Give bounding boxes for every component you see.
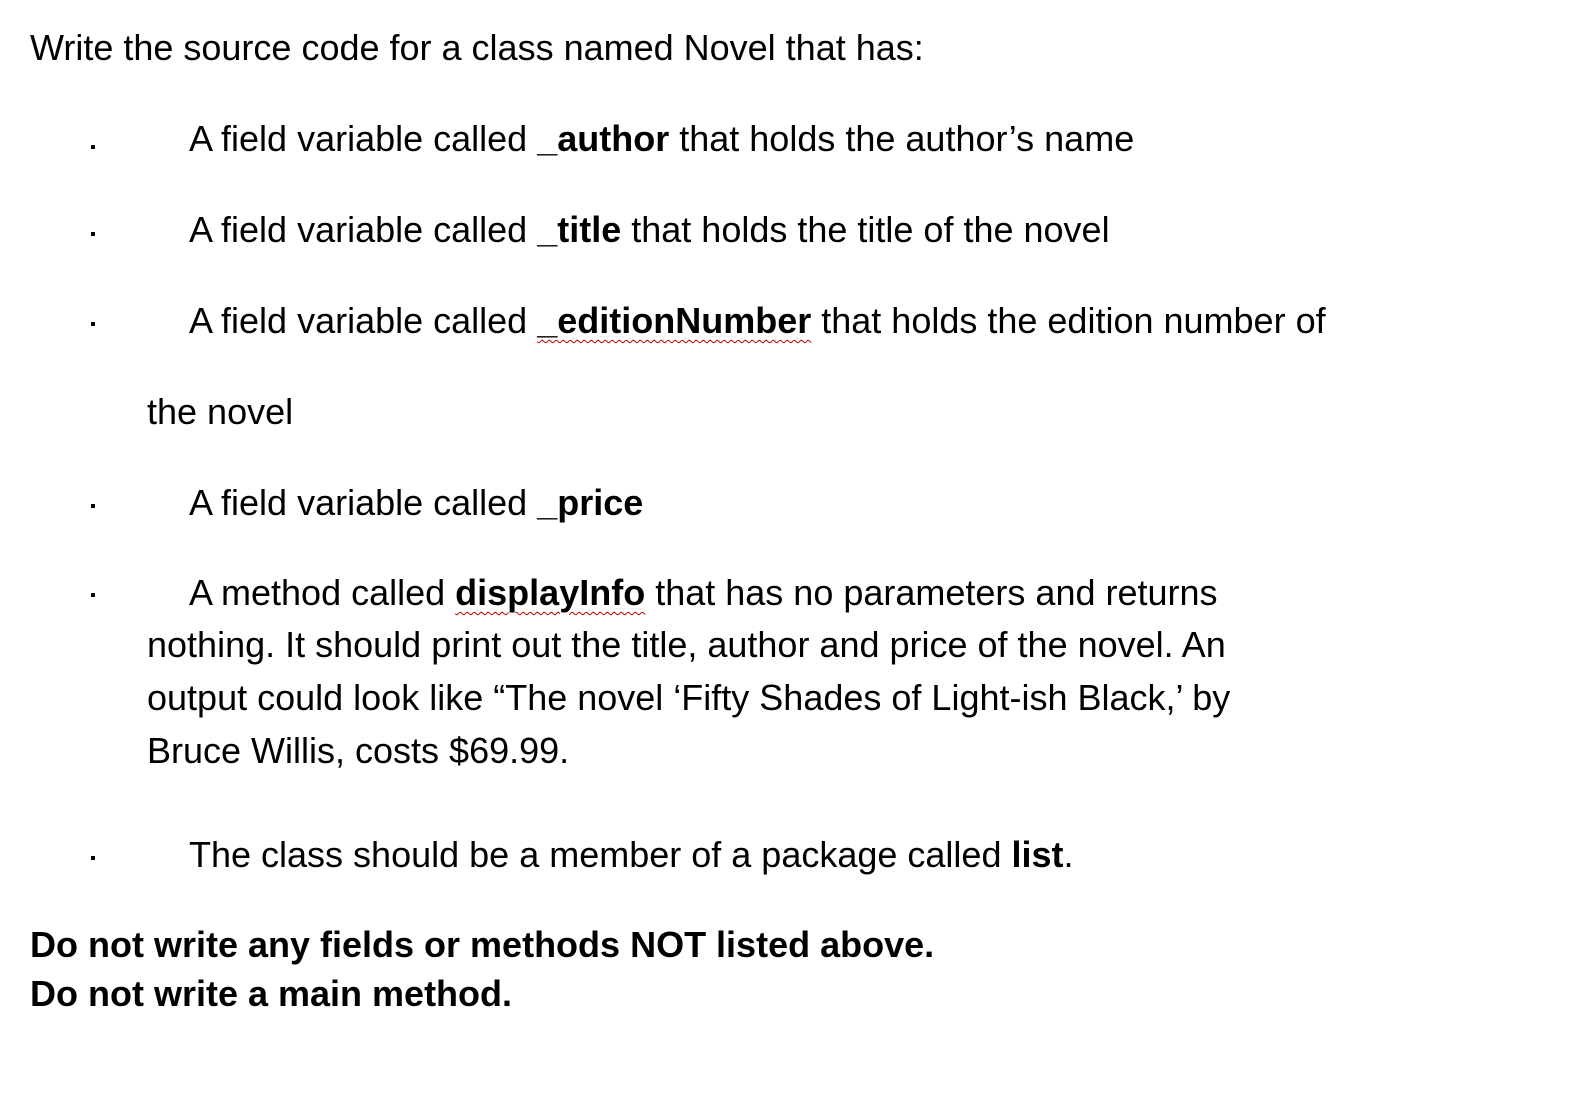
field-name: _title bbox=[537, 209, 622, 250]
bullet-icon bbox=[91, 232, 95, 236]
bullet-icon bbox=[91, 504, 95, 508]
field-name: _price bbox=[537, 482, 644, 523]
bullet-icon bbox=[91, 145, 95, 149]
list-item-package: The class should be a member of a packag… bbox=[189, 834, 1074, 875]
footer-instruction: Do not write any fields or methods NOT l… bbox=[30, 924, 935, 965]
package-name: list bbox=[1011, 834, 1064, 875]
list-item-continuation: the novel bbox=[147, 391, 294, 432]
field-name: _editionNumber bbox=[537, 300, 812, 341]
list-item-title: A field variable called _title that hold… bbox=[189, 209, 1110, 250]
bullet-icon bbox=[91, 593, 95, 597]
method-name: displayInfo bbox=[455, 572, 646, 613]
bullet-icon bbox=[91, 856, 95, 860]
field-name: _author bbox=[537, 118, 670, 159]
intro-text: Write the source code for a class named … bbox=[30, 27, 924, 68]
bullet-icon bbox=[91, 322, 95, 326]
list-item-price: A field variable called _price bbox=[189, 482, 644, 523]
list-item-display-info: A method called displayInfo that has no … bbox=[189, 572, 1218, 613]
list-item-author: A field variable called _author that hol… bbox=[189, 118, 1135, 159]
document-page: Write the source code for a class named … bbox=[0, 0, 1587, 1117]
paragraph-line: output could look like “The novel ‘Fifty… bbox=[147, 677, 1231, 718]
list-item-edition-number: A field variable called _editionNumber t… bbox=[189, 300, 1326, 341]
paragraph-line: nothing. It should print out the title, … bbox=[147, 624, 1226, 665]
footer-instruction: Do not write a main method. bbox=[30, 973, 513, 1014]
paragraph-line: Bruce Willis, costs $69.99. bbox=[147, 730, 570, 771]
